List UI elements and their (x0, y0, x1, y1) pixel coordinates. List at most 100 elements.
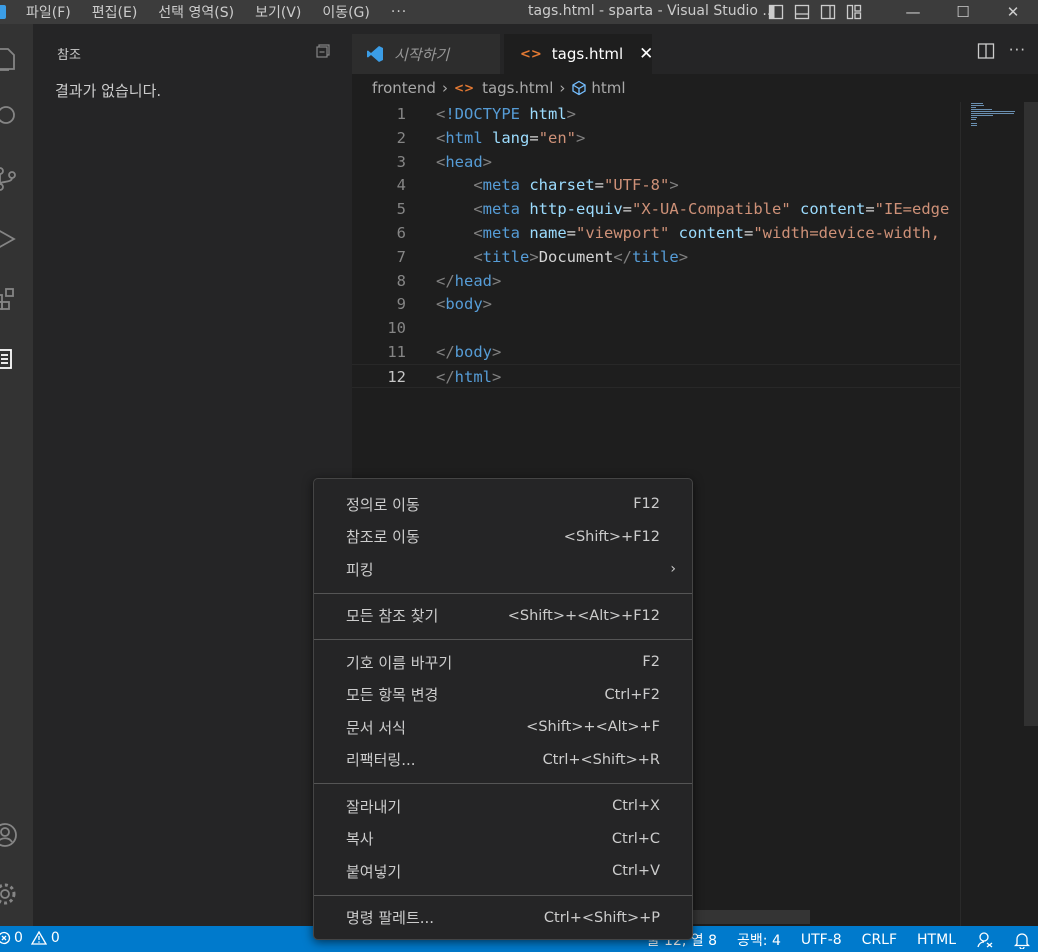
split-editor-icon[interactable] (977, 42, 995, 60)
code-line[interactable]: 12 </html> (352, 363, 960, 388)
window-controls: — ☐ ✕ (888, 0, 1038, 24)
menu-item[interactable]: 문서 서식 <Shift>+<Alt>+F (314, 712, 692, 742)
vertical-scrollbar[interactable] (1024, 102, 1038, 726)
code-line[interactable]: 7 <title>Document</title> (352, 245, 960, 269)
feedback-icon[interactable] (976, 931, 994, 949)
tab-welcome[interactable]: 시작하기 (352, 34, 500, 74)
menu-item-shortcut: Ctrl+<Shift>+P (543, 909, 660, 926)
menu-item[interactable]: 참조로 이동 <Shift>+F12 (314, 522, 692, 552)
menu-edit[interactable]: 편집(E) (92, 2, 138, 22)
menu-item-label: 명령 팔레트... (346, 909, 435, 927)
menu-item[interactable]: 잘라내기 Ctrl+X (314, 791, 692, 821)
breadcrumb-folder[interactable]: frontend (372, 79, 436, 97)
vscode-logo-icon (367, 46, 383, 62)
collapse-all-icon[interactable] (315, 43, 331, 59)
minimap[interactable] (960, 102, 1038, 926)
settings-gear-icon[interactable] (0, 881, 18, 907)
code-line[interactable]: 3 <head> (352, 150, 960, 174)
toggle-sidebar-icon[interactable] (763, 3, 789, 21)
code-line[interactable]: 10 (352, 316, 960, 340)
references-icon[interactable] (0, 346, 18, 372)
maximize-icon[interactable]: ☐ (938, 0, 988, 24)
minimap-line (971, 103, 983, 104)
code-token: "en" (538, 128, 577, 147)
menu-bar: 파일(F) 편집(E) 선택 영역(S) 보기(V) 이동(G) ··· (26, 0, 428, 24)
tab-tags-html[interactable]: <> tags.html ✕ (504, 34, 653, 74)
code-token: meta (482, 224, 530, 242)
minimap-line (971, 107, 976, 108)
code-token: < (436, 105, 446, 123)
end-of-line[interactable]: CRLF (862, 932, 897, 948)
menu-file[interactable]: 파일(F) (26, 2, 71, 22)
notifications-bell-icon[interactable] (1014, 931, 1030, 949)
warning-count: 0 (50, 930, 60, 946)
activity-bar (0, 24, 33, 926)
breadcrumb-symbol[interactable]: html (591, 79, 625, 97)
line-code: <title>Document</title> (436, 245, 688, 269)
source-control-icon[interactable] (0, 166, 18, 192)
code-token: = (594, 176, 605, 195)
code-token: "IE=edge (874, 200, 950, 219)
line-number: 8 (396, 271, 406, 290)
indentation[interactable]: 공백: 4 (737, 930, 781, 950)
vscode-logo-icon (0, 5, 6, 19)
menu-item[interactable]: 모든 항목 변경 Ctrl+F2 (314, 680, 692, 710)
extensions-icon[interactable] (0, 286, 18, 312)
breadcrumb-file[interactable]: tags.html (482, 79, 553, 97)
toggle-secondary-sidebar-icon[interactable] (815, 3, 841, 21)
problems-indicator[interactable]: 0 0 (0, 930, 60, 946)
menu-item-shortcut: Ctrl+X (612, 798, 660, 814)
menu-item[interactable]: 복사 Ctrl+C (314, 824, 692, 854)
menu-item[interactable]: 명령 팔레트... Ctrl+<Shift>+P (314, 903, 692, 933)
menu-go[interactable]: 이동(G) (322, 2, 370, 22)
chevron-right-icon: › (441, 79, 448, 97)
breadcrumb: frontend › <> tags.html › html (352, 74, 1038, 102)
menu-item[interactable]: 붙여넣기 Ctrl+V (314, 856, 692, 886)
code-line[interactable]: 1 <!DOCTYPE html> (352, 102, 960, 126)
close-tab-icon[interactable]: ✕ (639, 44, 653, 64)
code-token: > (482, 152, 493, 171)
line-code: </body> (436, 340, 501, 364)
code-line[interactable]: 11 </body> (352, 340, 960, 364)
encoding[interactable]: UTF-8 (801, 932, 842, 948)
close-window-icon[interactable]: ✕ (988, 0, 1038, 24)
toggle-panel-icon[interactable] (789, 3, 815, 21)
code-token: "X-UA-Compatible" (632, 200, 800, 219)
menu-item[interactable]: 피킹 › (314, 554, 692, 584)
account-icon[interactable] (0, 822, 18, 848)
code-line[interactable]: 2 <html lang="en"> (352, 126, 960, 150)
language-mode[interactable]: HTML (917, 932, 956, 948)
code-line[interactable]: 9 <body> (352, 292, 960, 316)
chevron-right-icon: › (559, 79, 566, 97)
code-line[interactable]: 5 <meta http-equiv="X-UA-Compatible" con… (352, 197, 960, 221)
search-icon[interactable] (0, 104, 18, 130)
more-actions-icon[interactable]: ··· (1009, 42, 1026, 60)
menu-item[interactable]: 모든 참조 찾기 <Shift>+<Alt>+F12 (314, 601, 692, 631)
menu-item-label: 참조로 이동 (346, 528, 420, 546)
code-token: html (454, 367, 492, 386)
code-line[interactable]: 8 </head> (352, 269, 960, 293)
explorer-icon[interactable] (0, 46, 18, 72)
menu-item[interactable]: 기호 이름 바꾸기 F2 (314, 647, 692, 677)
minimize-icon[interactable]: — (888, 0, 938, 24)
menu-item-label: 정의로 이동 (346, 495, 420, 514)
tab-label: tags.html (551, 45, 624, 63)
menu-view[interactable]: 보기(V) (255, 2, 301, 22)
code-line[interactable]: 6 <meta name="viewport" content="width=d… (352, 221, 960, 245)
warning-icon (30, 931, 47, 945)
line-code: <meta name="viewport" content="width=dev… (436, 221, 940, 245)
menu-more[interactable]: ··· (391, 4, 407, 20)
customize-layout-icon[interactable] (841, 3, 867, 21)
menu-item[interactable]: 정의로 이동 F12 (314, 489, 692, 519)
code-token: head (454, 271, 492, 290)
code-token: > (669, 176, 679, 195)
code-token: = (622, 200, 633, 219)
code-line[interactable]: 4 <meta charset="UTF-8"> (352, 173, 960, 197)
code-token: = (744, 224, 754, 242)
menu-selection[interactable]: 선택 영역(S) (158, 2, 234, 22)
menu-item[interactable]: 리팩터링... Ctrl+<Shift>+R (314, 745, 692, 775)
menu-item-label: 기호 이름 바꾸기 (346, 653, 453, 672)
line-number: 10 (387, 319, 406, 338)
symbol-element-icon (572, 80, 587, 96)
run-debug-icon[interactable] (0, 226, 18, 252)
